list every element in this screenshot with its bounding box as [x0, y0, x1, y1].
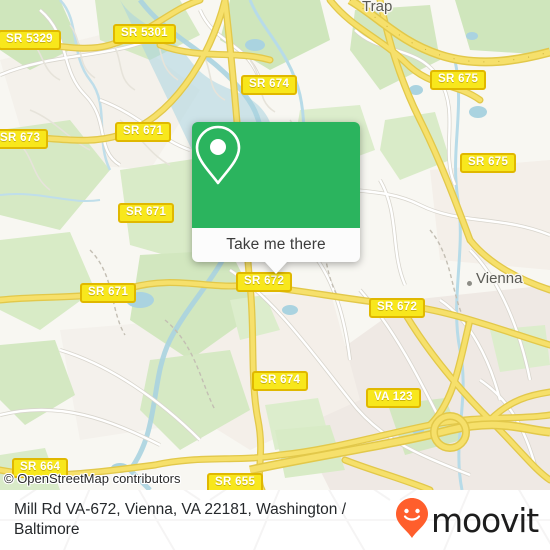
footer-bar: Mill Rd VA-672, Vienna, VA 22181, Washin…	[0, 490, 550, 550]
moovit-map-screenshot: Trap Vienna SR 5329 SR 5301 SR 674 SR 67…	[0, 0, 550, 550]
destination-callout-card[interactable]: Take me there	[192, 122, 360, 274]
moovit-logo[interactable]: moovit	[395, 497, 539, 544]
road-shield-sr-675-south[interactable]: SR 675	[460, 153, 517, 173]
road-shield-sr-671-b[interactable]: SR 671	[118, 203, 175, 223]
road-shield-sr-672-a[interactable]: SR 672	[236, 272, 293, 292]
callout-image-area	[192, 122, 360, 228]
road-shield-sr-671-c[interactable]: SR 671	[80, 283, 137, 303]
road-shield-sr-674-south[interactable]: SR 674	[252, 371, 309, 391]
road-shield-sr-655[interactable]: SR 655	[207, 473, 264, 490]
take-me-there-button[interactable]: Take me there	[226, 236, 326, 254]
road-shield-va-123[interactable]: VA 123	[366, 388, 421, 408]
road-shield-sr-5329[interactable]: SR 5329	[0, 30, 61, 50]
moovit-wordmark: moovit	[431, 500, 539, 540]
road-shield-sr-675-north[interactable]: SR 675	[430, 70, 487, 90]
road-shield-sr-672-b[interactable]: SR 672	[369, 298, 426, 318]
map-canvas[interactable]: Trap Vienna SR 5329 SR 5301 SR 674 SR 67…	[0, 0, 550, 490]
road-shield-sr-674-north[interactable]: SR 674	[241, 75, 298, 95]
place-label-trap: Trap	[362, 0, 393, 15]
osm-attribution[interactable]: © OpenStreetMap contributors	[4, 471, 181, 486]
footer-content: Mill Rd VA-672, Vienna, VA 22181, Washin…	[0, 490, 550, 550]
road-shield-sr-671-a[interactable]: SR 671	[115, 122, 172, 142]
place-label-vienna: Vienna	[476, 270, 523, 287]
callout-pointer-tail	[265, 262, 287, 274]
address-text: Mill Rd VA-672, Vienna, VA 22181, Washin…	[14, 501, 347, 538]
road-shield-sr-5301[interactable]: SR 5301	[113, 24, 176, 44]
vienna-city-dot	[466, 280, 473, 287]
callout-action-area[interactable]: Take me there	[192, 228, 360, 262]
road-shield-sr-673[interactable]: SR 673	[0, 129, 49, 149]
moovit-pin-smiley-icon	[395, 497, 429, 544]
